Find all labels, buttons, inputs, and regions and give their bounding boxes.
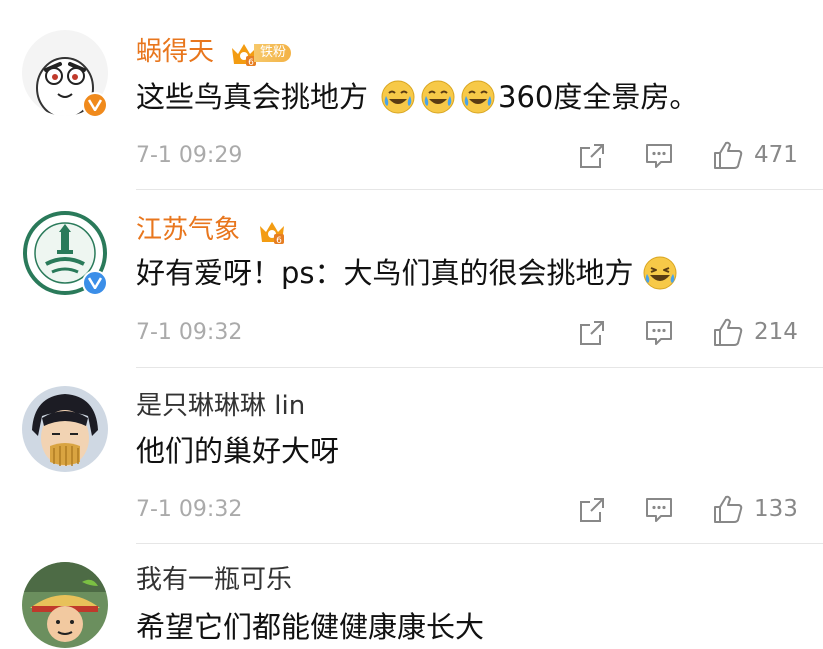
pirate-character-avatar-icon — [22, 562, 108, 648]
like-count: 214 — [754, 319, 798, 345]
comment-username[interactable]: 是只琳琳琳 lin — [136, 390, 305, 422]
crown-level-icon: 6 — [260, 222, 284, 246]
thumbs-up-icon — [714, 318, 743, 346]
laugh-cry-emoji-icon — [461, 80, 495, 114]
comment-text-main: 希望它们都能健健康康长大 — [136, 610, 485, 644]
comment-item: 是只琳琳琳 lin 他们的巢好大呀 7-1 09:32 133 — [0, 368, 823, 544]
like-count: 471 — [754, 142, 798, 168]
share-icon — [580, 498, 604, 522]
comment-text-main: 好有爱呀！ps：大鸟们真的很会挑地方 — [136, 256, 634, 290]
svg-text:6: 6 — [276, 236, 282, 246]
comment-timestamp: 7-1 09:29 — [136, 143, 243, 168]
laugh-cry-emoji-icon — [381, 80, 415, 114]
fan-badge: 铁粉 — [254, 42, 292, 64]
comment-item: 蜗得天 6 铁粉 这些鸟真会挑地方 360度全景房。 7-1 09:29 471 — [0, 0, 823, 190]
comment-username[interactable]: 我有一瓶可乐 — [136, 564, 292, 596]
thumbs-up-icon — [714, 495, 743, 523]
comment-timestamp: 7-1 09:32 — [136, 497, 243, 522]
comment-icon — [646, 498, 672, 522]
verified-blue-icon — [82, 270, 108, 296]
comment-timestamp: 7-1 09:32 — [136, 320, 243, 345]
reply-button[interactable] — [644, 319, 674, 347]
reply-button[interactable] — [644, 142, 674, 170]
comment-text-suffix: 360度全景房。 — [498, 80, 699, 114]
repost-button[interactable] — [578, 319, 606, 347]
share-icon — [580, 321, 604, 345]
like-count: 133 — [754, 496, 798, 522]
like-button[interactable]: 471 — [712, 139, 798, 171]
fan-badge-label: 铁粉 — [254, 44, 292, 62]
comment-text: 他们的巢好大呀 — [136, 432, 339, 470]
reply-button[interactable] — [644, 496, 674, 524]
comment-text: 这些鸟真会挑地方 360度全景房。 — [136, 78, 698, 116]
like-button[interactable]: 133 — [712, 493, 798, 525]
like-button[interactable]: 214 — [712, 316, 798, 348]
anime-character-avatar-icon — [22, 386, 108, 472]
comment-icon — [646, 144, 672, 168]
verified-orange-icon — [82, 92, 108, 118]
laugh-cry-emoji-icon — [421, 80, 455, 114]
comment-text: 好有爱呀！ps：大鸟们真的很会挑地方 — [136, 254, 680, 292]
comment-item: 江苏气象 6 好有爱呀！ps：大鸟们真的很会挑地方 7-1 09:32 214 — [0, 190, 823, 368]
share-icon — [580, 144, 604, 168]
comment-username[interactable]: 蜗得天 — [136, 36, 214, 68]
comment-text: 希望它们都能健健康康长大 — [136, 608, 484, 646]
comment-username[interactable]: 江苏气象 — [136, 214, 240, 246]
laugh-emoji-icon — [643, 256, 677, 290]
comment-text-main: 这些鸟真会挑地方 — [136, 80, 369, 114]
comment-icon — [646, 321, 672, 345]
comment-text-main: 他们的巢好大呀 — [136, 434, 340, 468]
comment-item: 我有一瓶可乐 希望它们都能健健康康长大 — [0, 544, 823, 649]
thumbs-up-icon — [714, 141, 743, 169]
repost-button[interactable] — [578, 142, 606, 170]
avatar[interactable] — [22, 386, 108, 472]
repost-button[interactable] — [578, 496, 606, 524]
avatar[interactable] — [22, 562, 108, 648]
